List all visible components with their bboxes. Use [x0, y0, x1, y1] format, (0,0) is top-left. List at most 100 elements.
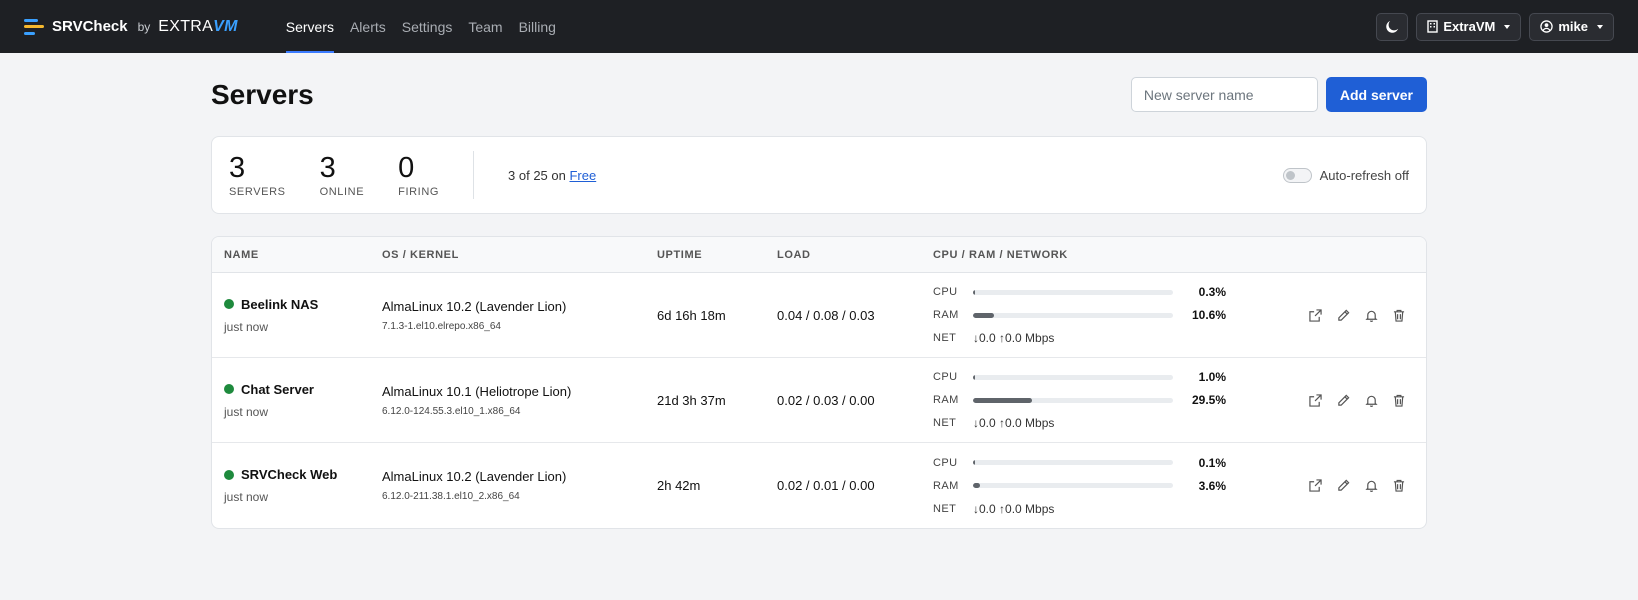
main-nav: Servers Alerts Settings Team Billing — [278, 0, 564, 53]
brand-by: by — [137, 19, 151, 34]
ram-value: 3.6% — [1198, 478, 1226, 493]
os-name: AlmaLinux 10.1 (Heliotrope Lion) — [382, 383, 572, 399]
col-header-load: LOAD — [777, 248, 811, 261]
ram-bar — [973, 312, 1173, 318]
nav-alerts[interactable]: Alerts — [342, 0, 394, 53]
top-navbar: SRVCheck by EXTRAVM Servers Alerts Setti… — [0, 0, 1638, 53]
net-label: NET — [933, 332, 957, 344]
org-label: ExtraVM — [1443, 19, 1496, 34]
bell-icon[interactable] — [1362, 391, 1380, 409]
external-link-icon[interactable] — [1306, 306, 1324, 324]
cpu-bar-fill — [973, 460, 975, 465]
net-label: NET — [933, 417, 957, 429]
ram-bar — [973, 483, 1173, 488]
trash-icon[interactable] — [1390, 391, 1408, 409]
servers-table: NAME OS / KERNEL UPTIME LOAD CPU / RAM /… — [211, 236, 1427, 529]
ram-bar-fill — [973, 312, 995, 318]
cpu-value: 0.3% — [1198, 285, 1226, 299]
plan-usage: 3 of 25 on Free — [508, 168, 596, 183]
trash-icon[interactable] — [1390, 306, 1408, 324]
cpu-bar — [973, 289, 1173, 295]
last-seen: just now — [224, 404, 269, 419]
ram-label: RAM — [933, 309, 959, 321]
pencil-icon[interactable] — [1334, 391, 1352, 409]
cpu-label: CPU — [933, 286, 958, 298]
uptime: 2h 42m — [657, 478, 701, 493]
org-switcher-button[interactable]: ExtraVM — [1416, 12, 1522, 41]
stat-value: 0 — [398, 151, 415, 184]
last-seen: just now — [224, 319, 269, 334]
cpu-value: 1.0% — [1198, 370, 1226, 384]
new-server-name-input[interactable] — [1130, 77, 1318, 112]
stat-label: FIRING — [398, 185, 440, 198]
user-menu-button[interactable]: mike — [1529, 12, 1614, 41]
status-dot — [224, 384, 234, 394]
user-circle-icon — [1540, 20, 1554, 33]
net-value: ↓0.0 ↑0.0 Mbps — [973, 501, 1055, 516]
os-name: AlmaLinux 10.2 (Lavender Lion) — [382, 298, 567, 314]
moon-icon — [1386, 20, 1399, 33]
pencil-icon[interactable] — [1334, 477, 1352, 495]
cpu-bar-fill — [973, 289, 975, 295]
plan-prefix: 3 of 25 on — [508, 167, 566, 183]
status-dot — [224, 299, 234, 309]
col-header-resources: CPU / RAM / NETWORK — [933, 248, 1068, 261]
ram-bar-fill — [973, 483, 981, 488]
pencil-icon[interactable] — [1334, 306, 1352, 324]
kernel-version: 6.12.0-124.55.3.el10_1.x86_64 — [382, 405, 521, 417]
stat-value: 3 — [229, 151, 246, 184]
stat-servers: 3 SERVERS — [229, 151, 286, 198]
row-actions — [1233, 391, 1426, 409]
nav-team[interactable]: Team — [460, 0, 510, 53]
ram-value: 29.5% — [1191, 393, 1226, 407]
nav-settings[interactable]: Settings — [394, 0, 461, 53]
logo-icon — [24, 18, 44, 35]
row-actions — [1233, 306, 1426, 324]
page-header: Servers Add server — [211, 77, 1427, 112]
table-row[interactable]: Beelink NAS just now AlmaLinux 10.2 (Lav… — [212, 273, 1426, 358]
ram-bar-fill — [973, 397, 1032, 403]
cpu-value: 0.1% — [1198, 455, 1226, 470]
net-value: ↓0.0 ↑0.0 Mbps — [973, 331, 1055, 345]
partner-suffix: VM — [213, 17, 238, 35]
server-name[interactable]: Chat Server — [241, 382, 314, 397]
bell-icon[interactable] — [1362, 477, 1380, 495]
table-row[interactable]: SRVCheck Web just now AlmaLinux 10.2 (La… — [212, 443, 1426, 528]
external-link-icon[interactable] — [1306, 391, 1324, 409]
plan-link[interactable]: Free — [569, 168, 596, 183]
summary-card: 3 SERVERS 3 ONLINE 0 FIRING 3 of 25 on F… — [211, 136, 1427, 214]
col-header-name: NAME — [224, 248, 259, 261]
row-actions — [1233, 477, 1426, 495]
server-name[interactable]: Beelink NAS — [241, 297, 318, 312]
auto-refresh-label: Auto-refresh off — [1319, 167, 1409, 183]
add-server-button[interactable]: Add server — [1325, 77, 1427, 112]
stat-value: 3 — [319, 151, 336, 184]
brand[interactable]: SRVCheck by EXTRAVM — [24, 18, 238, 36]
nav-servers[interactable]: Servers — [278, 0, 342, 53]
resource-metrics: CPU 0.3% RAM 10.6% NET ↓0.0 ↑0.0 Mbps — [933, 281, 1233, 350]
partner-name: EXTRA — [158, 17, 214, 35]
table-row[interactable]: Chat Server just now AlmaLinux 10.1 (Hel… — [212, 358, 1426, 443]
table-header: NAME OS / KERNEL UPTIME LOAD CPU / RAM /… — [212, 237, 1426, 273]
cpu-bar-fill — [973, 374, 975, 380]
resource-metrics: CPU 1.0% RAM 29.5% NET ↓0.0 ↑0.0 Mbps — [933, 366, 1233, 435]
auto-refresh-toggle[interactable] — [1282, 167, 1312, 183]
trash-icon[interactable] — [1390, 477, 1408, 495]
stat-online: 3 ONLINE — [319, 151, 365, 198]
theme-toggle-button[interactable] — [1376, 12, 1409, 41]
net-label: NET — [933, 502, 957, 515]
server-name[interactable]: SRVCheck Web — [241, 467, 337, 482]
ram-bar — [973, 397, 1173, 403]
page-title: Servers — [211, 78, 314, 110]
kernel-version: 6.12.0-211.38.1.el10_2.x86_64 — [382, 491, 520, 502]
col-header-os: OS / KERNEL — [382, 248, 459, 261]
ram-value: 10.6% — [1191, 308, 1226, 322]
bell-icon[interactable] — [1362, 306, 1380, 324]
os-name: AlmaLinux 10.2 (Lavender Lion) — [382, 469, 567, 484]
net-value: ↓0.0 ↑0.0 Mbps — [973, 416, 1055, 430]
partner-logo: EXTRAVM — [158, 18, 237, 36]
ram-label: RAM — [933, 479, 959, 492]
external-link-icon[interactable] — [1306, 477, 1324, 495]
nav-billing[interactable]: Billing — [511, 0, 564, 53]
kernel-version: 7.1.3-1.el10.elrepo.x86_64 — [382, 320, 501, 332]
